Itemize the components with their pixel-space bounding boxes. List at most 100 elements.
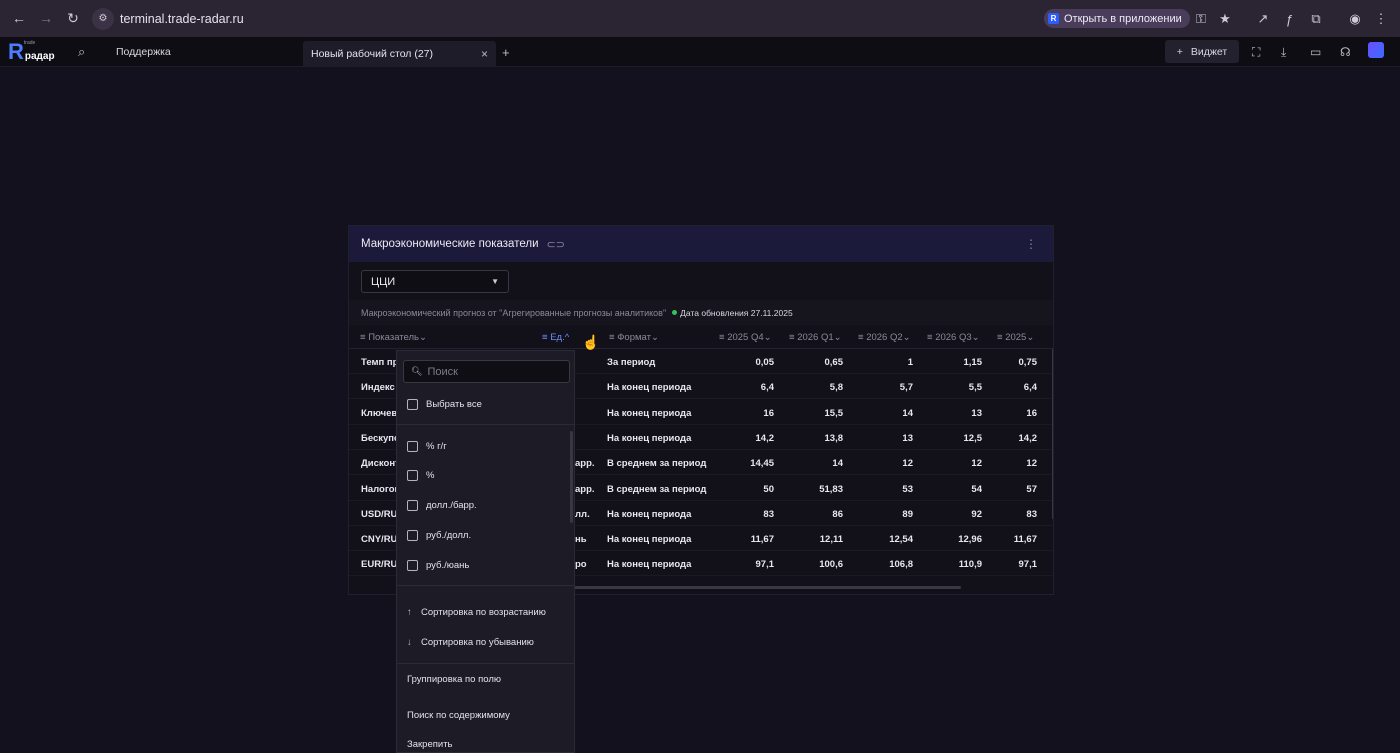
value-cell: 53: [902, 483, 913, 495]
dropdown-scrollbar[interactable]: [570, 431, 573, 523]
add-tab-icon[interactable]: +: [502, 45, 510, 60]
fullscreen-icon[interactable]: ⛶: [1252, 45, 1260, 60]
sort-asc-label: Сортировка по возрастанию: [421, 607, 546, 618]
profile-icon[interactable]: ◉: [1345, 9, 1365, 29]
value-cell: 14: [902, 407, 913, 419]
status-dot: [672, 310, 678, 315]
chat-icon[interactable]: ▭: [1310, 45, 1321, 59]
filter-option-checkbox[interactable]: % г/г: [407, 438, 447, 454]
horizontal-scrollbar[interactable]: [519, 586, 961, 589]
add-widget-button[interactable]: + Виджет: [1165, 40, 1239, 63]
close-icon[interactable]: ×: [481, 47, 488, 61]
download-icon[interactable]: ⤓: [1281, 45, 1286, 60]
filter-option-checkbox[interactable]: руб./долл.: [407, 527, 471, 543]
indicator-cell: Дисконт: [361, 458, 400, 470]
value-cell: 14,45: [750, 458, 774, 470]
checkbox-icon: [407, 398, 418, 410]
value-cell: 89: [902, 508, 913, 520]
select-all-checkbox[interactable]: Выбрать все: [407, 396, 482, 412]
value-cell: 12: [902, 458, 913, 470]
widget-button-label: Виджет: [1190, 45, 1228, 58]
vertical-scrollbar[interactable]: [1052, 349, 1053, 519]
plus-icon: +: [1176, 45, 1183, 58]
app-logo-icon: R: [1048, 13, 1059, 24]
value-cell: 12: [971, 458, 982, 470]
filter-option-checkbox[interactable]: %: [407, 468, 434, 484]
column-filter-dropdown: 🔍︎ Поиск Выбрать все % г/г% долл./барр. ру…: [396, 350, 575, 753]
value-cell: 5,8: [829, 382, 843, 394]
format-cell: За период: [607, 357, 656, 368]
back-icon[interactable]: ←: [6, 5, 32, 31]
value-cell: 12,54: [889, 534, 913, 546]
search-content-option[interactable]: Поиск по содержимому: [407, 710, 510, 721]
value-cell: 14,2: [1018, 432, 1038, 444]
value-cell: 1,15: [963, 357, 983, 368]
sort-desc-label: Сортировка по убыванию: [421, 637, 534, 648]
column-header-2026q3[interactable]: ≡ 2026 Q3⌄: [927, 332, 980, 343]
widget-menu-icon[interactable]: ⋮: [1025, 237, 1037, 251]
search-icon[interactable]: ⌕: [78, 44, 85, 60]
column-header-2026q1[interactable]: ≡ 2026 Q1⌄: [789, 332, 842, 343]
filter-search-placeholder: Поиск: [427, 365, 458, 378]
browser-menu-icon[interactable]: ⋮: [1371, 9, 1391, 29]
unit-cell: ро: [575, 559, 587, 571]
forward-icon[interactable]: →: [33, 5, 59, 31]
unit-cell: нь: [575, 534, 587, 546]
column-header-format[interactable]: ≡ Формат⌄: [609, 332, 659, 343]
search-icon: 🔍︎: [411, 366, 423, 376]
filter-option-label: %: [426, 470, 435, 482]
avatar[interactable]: [1368, 42, 1384, 58]
checkbox-icon: [407, 470, 418, 482]
value-cell: 13: [971, 407, 982, 419]
value-cell: 1: [907, 357, 913, 368]
value-cell: 97,1: [755, 559, 775, 571]
value-cell: 12,5: [963, 432, 983, 444]
extensions-icon[interactable]: ⧉: [1306, 9, 1326, 29]
checkbox-icon: [407, 440, 418, 452]
value-cell: 110,9: [958, 559, 982, 571]
trade-radar-logo[interactable]: R trade радар: [8, 40, 55, 63]
open-in-app-button[interactable]: R Открыть в приложении: [1044, 9, 1190, 28]
value-cell: 50: [763, 483, 774, 495]
value-cell: 13: [902, 432, 913, 444]
value-cell: 12,96: [958, 534, 982, 546]
reload-icon[interactable]: ↻: [60, 5, 86, 31]
widget-title: Макроэкономические показатели: [361, 238, 539, 250]
value-cell: 5,5: [968, 382, 982, 394]
format-cell: На конец периода: [607, 534, 692, 546]
column-header-2026q2[interactable]: ≡ 2026 Q2⌄: [858, 332, 911, 343]
value-cell: 0,05: [755, 357, 775, 368]
filter-search-input[interactable]: 🔍︎ Поиск: [403, 360, 570, 383]
filter-option-checkbox[interactable]: руб./юань: [407, 557, 469, 573]
group-by-field-option[interactable]: Группировка по полю: [407, 674, 501, 685]
value-cell: 54: [971, 483, 982, 495]
app-header: R trade радар ⌕ Поддержка Новый рабочий …: [0, 37, 1400, 67]
select-all-label: Выбрать все: [426, 398, 482, 410]
column-header-2025q4[interactable]: ≡ 2025 Q4⌄: [719, 332, 772, 343]
column-header-2025[interactable]: ≡ 2025⌄: [997, 332, 1034, 343]
column-header-unit[interactable]: ≡ Ед.^: [542, 332, 569, 343]
indicator-cell: Бескупо: [361, 432, 400, 444]
link-icon[interactable]: ⊂⊃: [547, 238, 565, 251]
column-header-indicator[interactable]: ≡ Показатель⌄: [360, 332, 427, 343]
value-cell: 16: [763, 407, 774, 419]
pin-option[interactable]: Закрепить: [407, 739, 453, 750]
filter-option-label: долл./барр.: [426, 500, 477, 512]
password-key-icon[interactable]: ⚿: [1191, 9, 1211, 29]
tab-workspace[interactable]: Новый рабочий стол (27) ×: [303, 41, 496, 67]
value-cell: 11,67: [1013, 534, 1037, 546]
support-link[interactable]: Поддержка: [116, 46, 171, 58]
format-cell: На конец периода: [607, 432, 692, 444]
extension-pin-icon[interactable]: ↗: [1253, 9, 1273, 29]
site-info-icon[interactable]: ⚙: [92, 7, 114, 30]
headset-icon[interactable]: ☊: [1340, 45, 1351, 59]
source-select[interactable]: ЦЦИ ▼: [361, 270, 509, 293]
function-icon[interactable]: ƒ: [1279, 9, 1299, 29]
logo-text: радар: [24, 51, 55, 62]
forecast-info: Макроэкономический прогноз от "Агрегиров…: [349, 300, 1053, 325]
sort-ascending-option[interactable]: ↑ Сортировка по возрастанию: [407, 607, 546, 618]
bookmark-star-icon[interactable]: ★: [1215, 9, 1235, 29]
sort-descending-option[interactable]: ↓ Сортировка по убыванию: [407, 637, 534, 648]
logo-tiny-text: trade: [23, 40, 36, 46]
filter-option-checkbox[interactable]: долл./барр.: [407, 498, 477, 514]
